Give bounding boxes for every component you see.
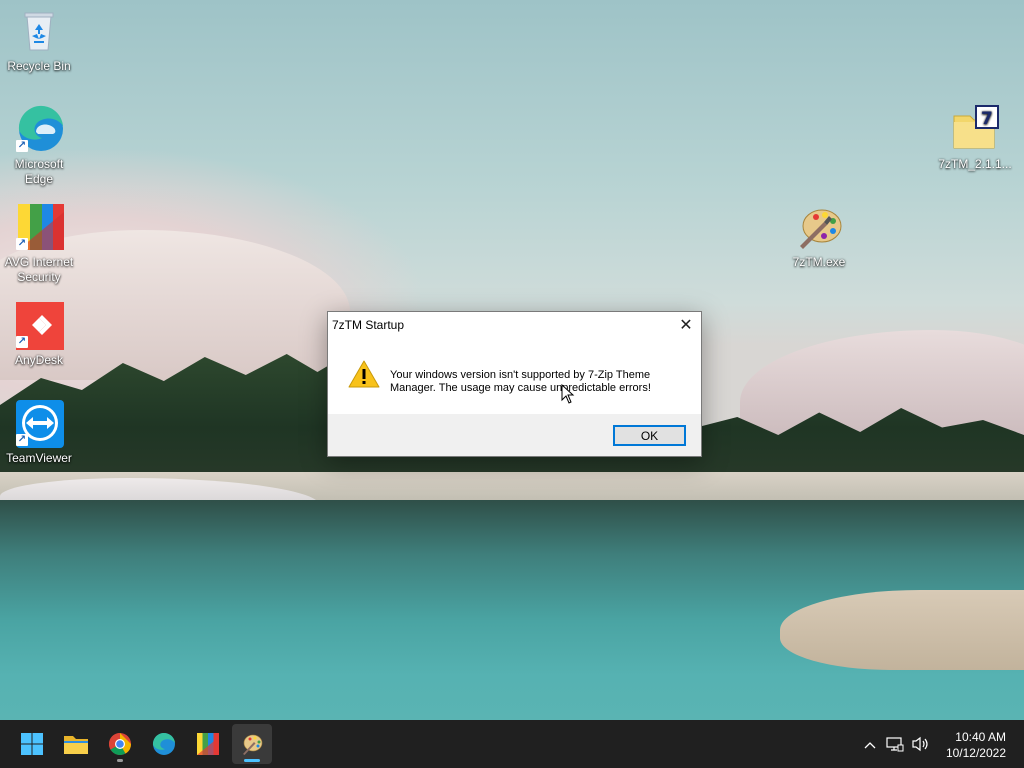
palette-icon [794, 202, 844, 252]
windows-logo-icon [21, 733, 43, 755]
ok-button[interactable]: OK [613, 425, 686, 446]
desktop-icon-label: AVG Internet Security [4, 255, 74, 284]
taskbar-avg[interactable] [188, 724, 228, 764]
teamviewer-icon: ↗ [14, 398, 64, 448]
running-indicator [117, 759, 123, 762]
edge-icon: ↗ [14, 104, 64, 154]
shortcut-arrow-icon: ↗ [16, 238, 28, 250]
desktop-icon-label: 7zTM.exe [792, 255, 846, 269]
show-hidden-icons-button[interactable] [858, 737, 882, 752]
dialog-footer: OK [328, 414, 701, 456]
system-tray [858, 720, 934, 768]
shortcut-arrow-icon: ↗ [16, 336, 28, 348]
desktop-icon-anydesk[interactable]: ↗ AnyDesk [0, 300, 78, 368]
folder-7zip-icon: 7 [950, 104, 1000, 154]
shortcut-arrow-icon: ↗ [16, 140, 28, 152]
volume-icon [912, 736, 928, 752]
folder-icon [64, 736, 88, 754]
network-icon [886, 737, 904, 752]
chrome-icon [109, 733, 131, 755]
desktop-icon-label: Microsoft Edge [14, 157, 64, 186]
desktop-icon-teamviewer[interactable]: ↗ TeamViewer [0, 398, 78, 466]
desktop-icon-7ztm-exe[interactable]: 7zTM.exe [780, 202, 858, 270]
close-button[interactable]: ✕ [671, 312, 701, 338]
palette-icon [243, 734, 263, 755]
taskbar-7ztm[interactable] [232, 724, 272, 764]
desktop-icon-label: TeamViewer [6, 451, 72, 465]
mouse-cursor-icon [561, 384, 575, 404]
shortcut-arrow-icon: ↗ [16, 434, 28, 446]
chevron-up-icon [864, 741, 876, 748]
desktop-icon-label: AnyDesk [14, 353, 64, 367]
desktop-icon-avg[interactable]: ↗ AVG Internet Security [0, 202, 78, 285]
taskbar: 10:40 AM 10/12/2022 [0, 720, 1024, 768]
clock-date: 10/12/2022 [945, 746, 1006, 760]
anydesk-icon: ↗ [14, 300, 64, 350]
dialog-message: Your windows version isn't supported by … [390, 369, 651, 394]
desktop-icon-microsoft-edge[interactable]: ↗ Microsoft Edge [0, 104, 78, 187]
taskbar-edge[interactable] [144, 724, 184, 764]
dialog-titlebar[interactable]: 7zTM Startup ✕ [328, 312, 701, 338]
volume-button[interactable] [908, 736, 934, 752]
svg-text:7: 7 [981, 109, 993, 129]
network-button[interactable] [882, 736, 908, 752]
taskbar-clock[interactable]: 10:40 AM 10/12/2022 [946, 729, 1006, 761]
wallpaper-grass [780, 590, 1024, 670]
start-button[interactable] [12, 724, 52, 764]
dialog-title: 7zTM Startup [332, 318, 405, 332]
warning-icon [348, 360, 380, 388]
desktop-icon-7ztm-archive[interactable]: 7 7zTM_2.1.1... [936, 104, 1014, 172]
dialog-body: Your windows version isn't supported by … [328, 338, 701, 414]
startup-dialog: 7zTM Startup ✕ Your windows version isn'… [327, 311, 702, 457]
taskbar-chrome[interactable] [100, 724, 140, 764]
recycle-bin-icon [14, 6, 64, 56]
edge-icon [152, 732, 175, 755]
taskbar-file-explorer[interactable] [56, 724, 96, 764]
active-indicator [244, 759, 260, 762]
desktop-icon-label: 7zTM_2.1.1... [938, 157, 1012, 171]
clock-time: 10:40 AM [955, 730, 1006, 744]
avg-icon [197, 733, 219, 755]
desktop-icon-label: Recycle Bin [7, 59, 71, 73]
avg-icon: ↗ [14, 202, 64, 252]
desktop-icon-recycle-bin[interactable]: Recycle Bin [0, 6, 78, 74]
